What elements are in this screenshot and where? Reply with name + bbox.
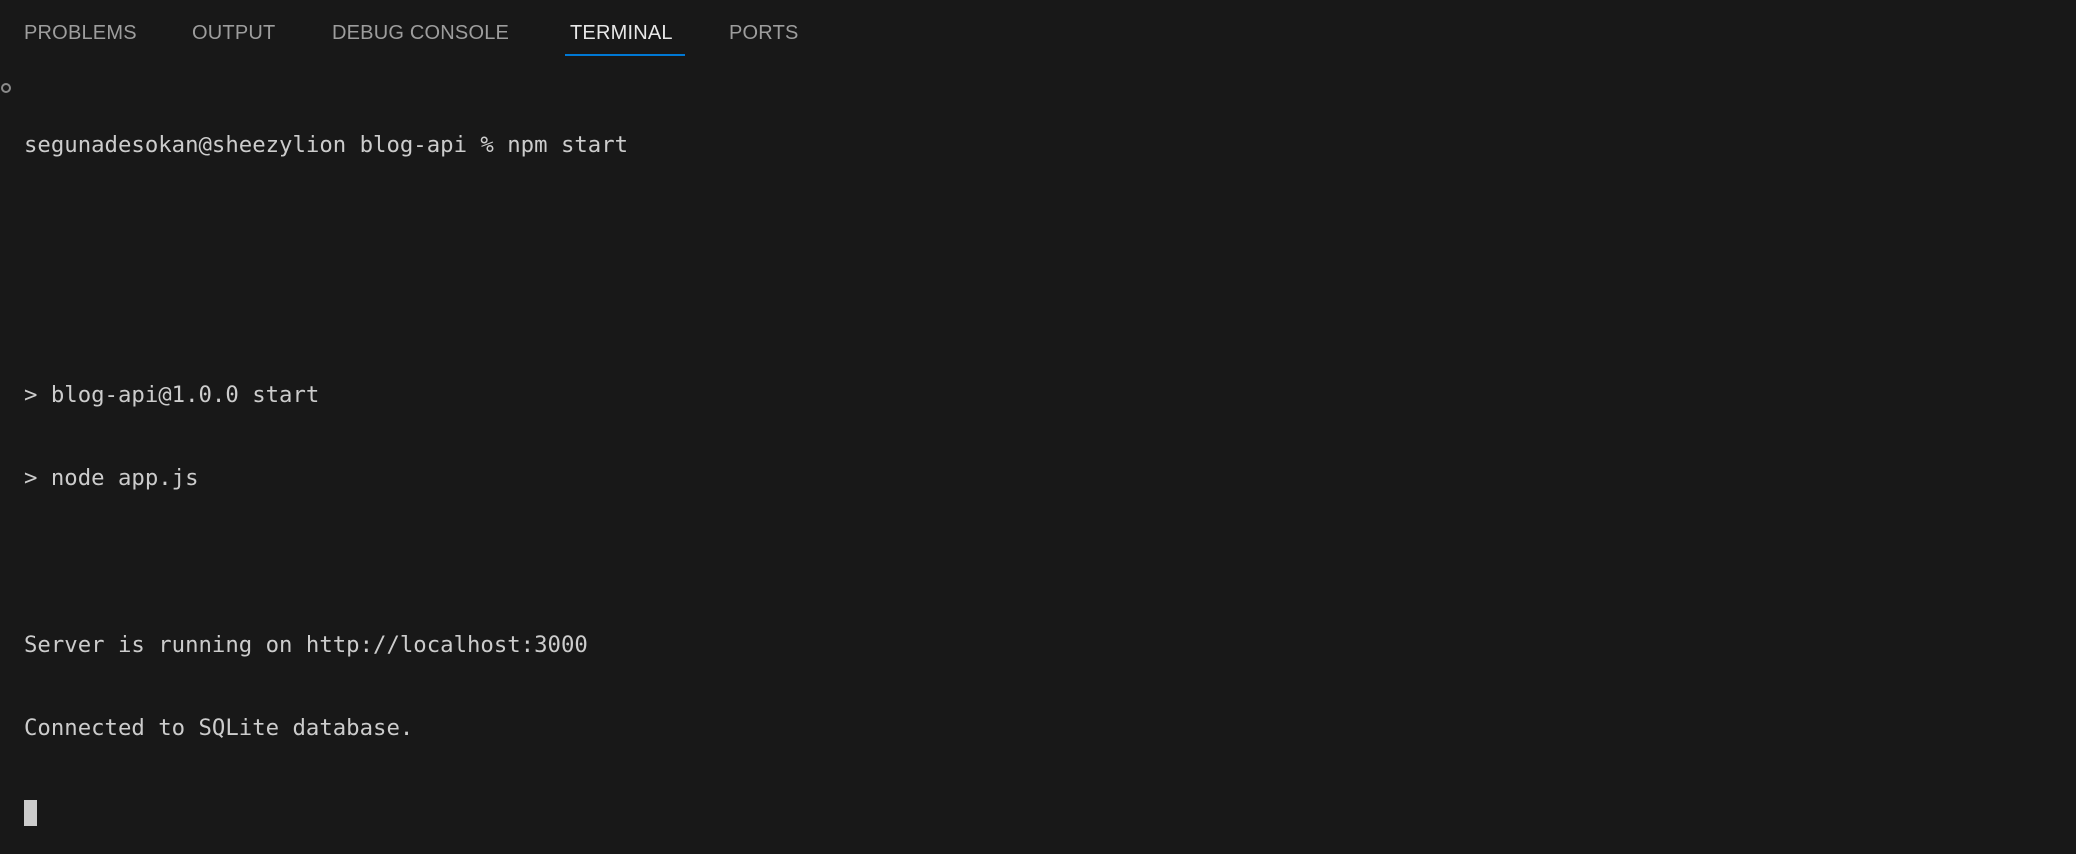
terminal-input-line[interactable] [24,799,628,827]
terminal-output[interactable]: segunadesokan@sheezylion blog-api % npm … [24,76,628,854]
terminal-line: > node app.js [24,465,199,492]
terminal-prompt-line: segunadesokan@sheezylion blog-api % npm … [24,131,629,158]
active-tab-indicator [565,54,685,56]
tab-terminal[interactable]: TERMINAL [570,20,673,46]
tab-ports[interactable]: PORTS [729,20,799,46]
terminal-line: > blog-api@1.0.0 start [24,381,320,408]
terminal-line: Server is running on http://localhost:30… [24,631,588,658]
terminal-line: Connected to SQLite database. [24,715,414,742]
tab-problems[interactable]: PROBLEMS [24,20,137,46]
tab-debug-console[interactable]: DEBUG CONSOLE [332,20,509,46]
command-decoration-icon[interactable] [1,83,11,93]
panel-tab-bar: PROBLEMS OUTPUT DEBUG CONSOLE TERMINAL P… [0,0,2076,66]
terminal-cursor [24,799,37,826]
tab-output[interactable]: OUTPUT [192,20,275,46]
